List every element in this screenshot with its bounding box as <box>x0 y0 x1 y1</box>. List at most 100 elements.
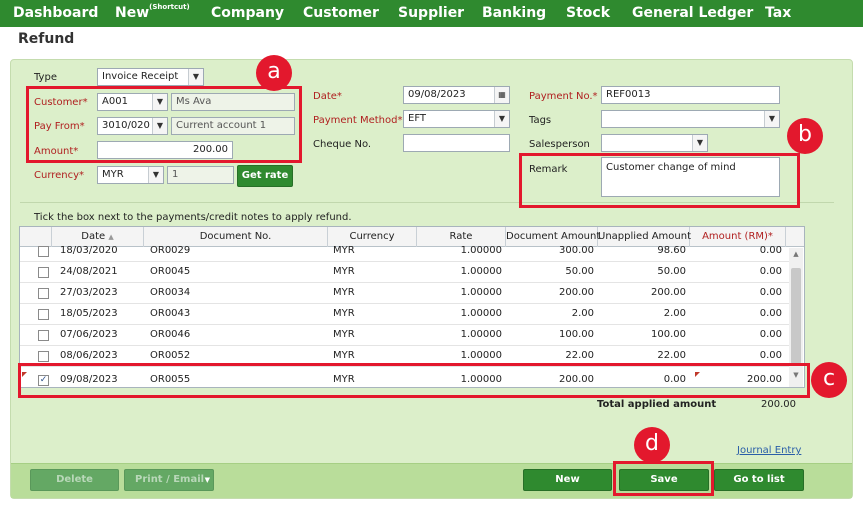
annotation-marker-d: d <box>634 427 670 463</box>
tags-select[interactable]: ▼ <box>601 110 780 128</box>
table-cell-amount[interactable]: 200.00 <box>690 370 782 387</box>
print-email-label: Print / Email <box>135 474 205 485</box>
table-cell-date: 09/08/2023 <box>60 374 118 385</box>
total-applied-value: 200.00 <box>761 399 796 410</box>
dirty-marker-icon <box>695 372 700 377</box>
checkbox[interactable] <box>38 246 49 257</box>
dirty-marker-icon <box>22 372 27 377</box>
annotation-marker-c: c <box>811 362 847 398</box>
print-email-button[interactable]: Print / Email ▼ <box>124 469 214 491</box>
table-cell-doc_amt: 50.00 <box>565 266 594 277</box>
date-input[interactable]: 09/08/2023 ▦ <box>403 86 510 104</box>
table-row[interactable]: 07/06/2023 OR0046 MYR 1.00000 100.00 100.00 0.… <box>20 325 789 346</box>
nav-stock[interactable]: Stock <box>566 5 610 21</box>
table-cell-amount[interactable]: 0.00 <box>690 304 782 324</box>
table-cell-amount[interactable]: 0.00 <box>690 262 782 282</box>
nav-general-ledger[interactable]: General Ledger <box>632 5 753 21</box>
table-cell-unapplied: 98.60 <box>657 245 686 256</box>
date-value: 09/08/2023 <box>408 89 466 100</box>
table-cell-doc: OR0043 <box>150 308 191 319</box>
nav-new[interactable]: New(Shortcut) <box>115 3 190 21</box>
page-title: Refund <box>18 31 75 47</box>
payment-method-value: EFT <box>408 113 427 124</box>
table-row[interactable]: 18/05/2023 OR0043 MYR 1.00000 2.00 2.00 0.00 <box>20 304 789 325</box>
amount-input[interactable]: 200.00 <box>97 141 233 159</box>
table-cell-currency: MYR <box>333 374 355 385</box>
table-cell-amount[interactable]: 0.00 <box>690 346 782 366</box>
table-row[interactable]: 08/06/2023 OR0052 MYR 1.00000 22.00 22.00 0.00 <box>20 346 789 367</box>
journal-entry-link[interactable]: Journal Entry <box>737 445 801 456</box>
payment-no-input[interactable]: REF0013 <box>601 86 780 104</box>
tags-label: Tags <box>529 115 552 126</box>
table-row[interactable]: 18/03/2020 OR0029 MYR 1.00000 300.00 98.60 0.0… <box>20 241 789 262</box>
checkbox[interactable] <box>38 309 49 320</box>
table-cell-date: 18/05/2023 <box>60 308 118 319</box>
go-to-list-button[interactable]: Go to list <box>714 469 804 491</box>
table-cell-doc_amt: 200.00 <box>559 287 594 298</box>
nav-banking[interactable]: Banking <box>482 5 546 21</box>
table-cell-date: 27/03/2023 <box>60 287 118 298</box>
type-select[interactable]: Invoice Receipt ▼ <box>97 68 204 86</box>
nav-tax[interactable]: Tax <box>765 5 791 21</box>
payment-method-select[interactable]: EFT ▼ <box>403 110 510 128</box>
table-cell-rate: 1.00000 <box>460 266 502 277</box>
currency-value: MYR <box>102 169 124 180</box>
table-row[interactable]: 27/03/2023 OR0034 MYR 1.00000 200.00 200.00 0.… <box>20 283 789 304</box>
table-row[interactable]: ✓ 09/08/2023 OR0055 MYR 1.00000 200.00 0.00 200… <box>20 370 789 387</box>
pay-from-select[interactable]: 3010/020 ▼ <box>97 117 168 135</box>
pay-from-label: Pay From* <box>34 121 85 132</box>
annotation-marker-b: b <box>787 118 823 154</box>
table-cell-currency: MYR <box>333 350 355 361</box>
type-value: Invoice Receipt <box>102 71 179 82</box>
nav-dashboard[interactable]: Dashboard <box>13 5 98 21</box>
nav-supplier[interactable]: Supplier <box>398 5 464 21</box>
salesperson-select[interactable]: ▼ <box>601 134 708 152</box>
checkbox[interactable] <box>38 288 49 299</box>
chevron-down-icon: ▼ <box>152 94 167 110</box>
currency-select[interactable]: MYR ▼ <box>97 166 164 184</box>
table-cell-amount[interactable]: 0.00 <box>690 325 782 345</box>
table-cell-amount[interactable]: 0.00 <box>690 283 782 303</box>
get-rate-button[interactable]: Get rate <box>237 165 293 187</box>
pay-from-name-field: Current account 1 <box>171 117 295 135</box>
checkbox[interactable] <box>38 351 49 362</box>
checkbox[interactable] <box>38 330 49 341</box>
table-cell-date: 07/06/2023 <box>60 329 118 340</box>
table-cell-unapplied: 2.00 <box>663 308 686 319</box>
section-divider <box>20 202 834 203</box>
table-cell-currency: MYR <box>333 266 355 277</box>
table-cell-currency: MYR <box>333 329 355 340</box>
amount-label: Amount* <box>34 146 79 157</box>
calendar-icon[interactable]: ▦ <box>494 87 509 103</box>
checkbox-checked[interactable]: ✓ <box>38 375 49 386</box>
checkbox[interactable] <box>38 267 49 278</box>
chevron-down-icon: ▼ <box>152 118 167 134</box>
table-cell-doc_amt: 22.00 <box>565 350 594 361</box>
chevron-down-icon: ▼ <box>764 111 779 127</box>
remark-textarea[interactable]: Customer change of mind <box>601 157 780 197</box>
salesperson-label: Salesperson <box>529 139 590 150</box>
table-cell-unapplied: 50.00 <box>657 266 686 277</box>
table-cell-unapplied: 22.00 <box>657 350 686 361</box>
nav-company[interactable]: Company <box>211 5 284 21</box>
new-button[interactable]: New <box>523 469 612 491</box>
delete-button[interactable]: Delete <box>30 469 119 491</box>
remark-label: Remark <box>529 164 568 175</box>
payment-no-label: Payment No.* <box>529 91 598 102</box>
top-nav: Dashboard New(Shortcut) Company Customer… <box>0 0 863 27</box>
table-cell-rate: 1.00000 <box>460 374 502 385</box>
currency-label: Currency* <box>34 170 85 181</box>
save-button[interactable]: Save <box>619 469 709 491</box>
cheque-label: Cheque No. <box>313 139 372 150</box>
nav-customer[interactable]: Customer <box>303 5 379 21</box>
rate-field[interactable]: 1 <box>167 166 234 184</box>
table-cell-rate: 1.00000 <box>460 350 502 361</box>
table-cell-currency: MYR <box>333 308 355 319</box>
table-row[interactable]: 24/08/2021 OR0045 MYR 1.00000 50.00 50.00 0.00 <box>20 262 789 283</box>
table-cell-currency: MYR <box>333 245 355 256</box>
customer-code-select[interactable]: A001 ▼ <box>97 93 168 111</box>
cheque-input[interactable] <box>403 134 510 152</box>
chevron-down-icon: ▼ <box>204 476 210 484</box>
table-body: 18/03/2020 OR0029 MYR 1.00000 300.00 98.60 0.0… <box>20 241 804 387</box>
table-cell-amount[interactable]: 0.00 <box>690 241 782 261</box>
